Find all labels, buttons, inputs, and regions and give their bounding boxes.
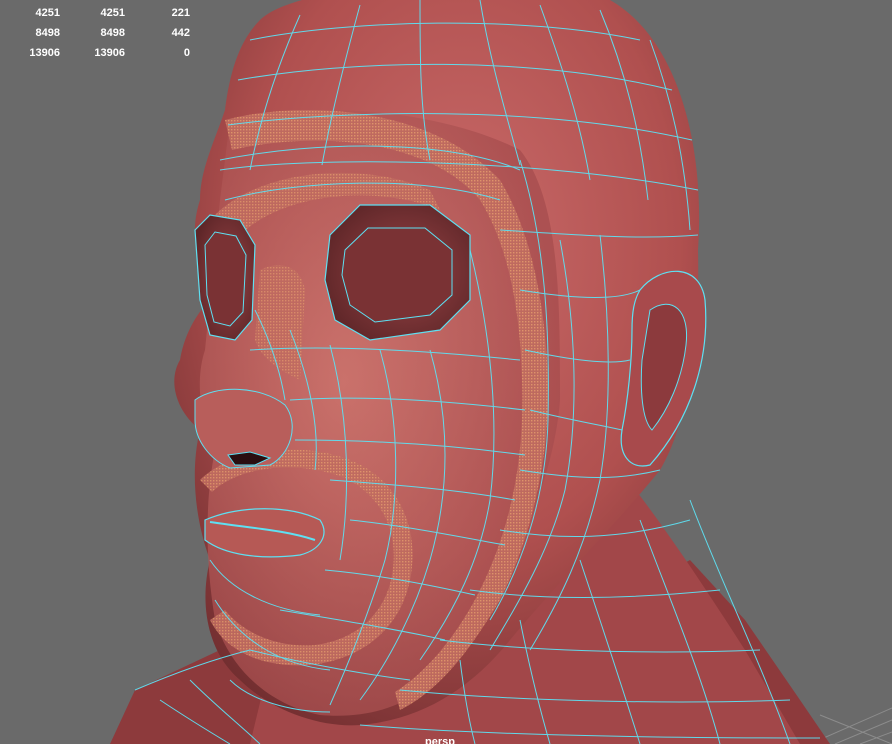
hud-edges-scene: 8498 xyxy=(35,27,60,39)
hud-verts-scene: 4251 xyxy=(35,7,60,19)
hud-edges-other: 442 xyxy=(171,27,190,39)
lips[interactable] xyxy=(204,508,325,558)
viewport-panel[interactable]: 4251 4251 221 8498 8498 442 13906 13906 … xyxy=(0,0,892,744)
3d-scene[interactable] xyxy=(0,0,892,744)
right-eye-inner xyxy=(341,227,453,323)
hud-edges-selected: 8498 xyxy=(100,27,125,39)
hud-faces-other: 0 xyxy=(183,47,190,59)
left-eye-inner xyxy=(204,231,247,327)
hud-verts-other: 221 xyxy=(171,7,190,19)
poly-count-hud: 4251 4251 221 8498 8498 442 13906 13906 … xyxy=(0,0,200,64)
camera-name-label: persp xyxy=(425,736,455,744)
hud-faces-selected: 13906 xyxy=(94,47,125,59)
hud-verts-selected: 4251 xyxy=(100,7,125,19)
hud-faces-scene: 13906 xyxy=(29,47,60,59)
